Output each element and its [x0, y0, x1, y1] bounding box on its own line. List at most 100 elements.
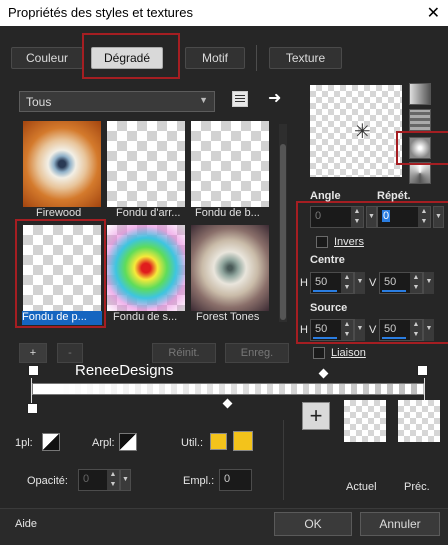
current-label: Actuel	[346, 481, 377, 493]
position-input[interactable]: 0	[219, 469, 252, 491]
repeat-input[interactable]: 0 ▲ ▼	[377, 206, 431, 228]
source-h-slider[interactable]	[313, 337, 337, 339]
gallery-scrollbar[interactable]	[279, 124, 287, 322]
user-color-swatch-large[interactable]	[233, 431, 253, 451]
stop-marker-bottom-left[interactable]	[27, 403, 38, 414]
selected-gradient-highlight	[15, 219, 106, 328]
position-label: Empl.:	[183, 475, 215, 487]
source-v-slider[interactable]	[382, 337, 406, 339]
add-to-swatches-button[interactable]: +	[302, 402, 330, 430]
chevron-down-icon[interactable]: ▼	[354, 319, 365, 341]
tab-divider	[256, 45, 257, 71]
center-crosshair-icon[interactable]: ✳	[354, 122, 371, 142]
spin-arrows-icon[interactable]: ▲ ▼	[410, 273, 422, 293]
angle-label: Angle	[310, 190, 341, 202]
spin-arrows-icon[interactable]: ▲ ▼	[418, 207, 430, 227]
window-title: Propriétés des styles et textures	[8, 5, 193, 20]
user-stop-label: Util.:	[181, 437, 203, 449]
stop-line-left	[31, 378, 32, 404]
chevron-down-icon[interactable]: ▼	[366, 206, 377, 228]
foreground-stop-icon[interactable]	[42, 433, 60, 451]
link-checkbox[interactable]	[313, 347, 325, 359]
tab-color[interactable]: Couleur	[11, 47, 83, 69]
center-v-slider[interactable]	[382, 290, 406, 292]
previous-label: Préc.	[404, 481, 430, 493]
gradient-label: Fondu de s...	[113, 311, 178, 323]
chevron-down-icon[interactable]: ▼	[433, 206, 444, 228]
chevron-down-icon[interactable]: ▼	[423, 319, 434, 341]
spin-arrows-icon[interactable]: ▲ ▼	[410, 320, 422, 340]
help-link[interactable]: Aide	[15, 518, 37, 530]
center-h-slider[interactable]	[313, 290, 337, 292]
link-label: Liaison	[331, 347, 366, 359]
gradient-thumb-fondu-arr[interactable]	[107, 121, 185, 207]
invert-label: Invers	[334, 236, 364, 248]
style-button-highlight	[396, 131, 448, 165]
center-label: Centre	[310, 254, 345, 266]
gradient-thumb-fondu-b[interactable]	[191, 121, 269, 207]
window-title-bar: Propriétés des styles et textures	[0, 0, 448, 26]
gradient-preview[interactable]: ✳	[310, 85, 402, 177]
gradient-tab-highlight	[82, 33, 180, 79]
chevron-down-icon[interactable]: ▼	[423, 272, 434, 294]
background-stop-label: Arpl:	[92, 437, 115, 449]
source-v-value: 50	[384, 323, 397, 335]
gradient-label: Fondu d'arr...	[116, 207, 181, 219]
invert-checkbox[interactable]	[316, 236, 328, 248]
center-v-label: V	[369, 277, 377, 289]
user-color-swatch[interactable]	[210, 433, 227, 450]
gradient-editor-bar[interactable]	[32, 383, 425, 395]
linear-style-icon[interactable]	[409, 83, 431, 105]
center-h-input[interactable]: 50 ▲ ▼	[310, 272, 354, 294]
chevron-down-icon[interactable]: ▼	[354, 272, 365, 294]
library-browser-icon[interactable]	[232, 91, 248, 107]
opacity-value: 0	[83, 473, 90, 485]
chevron-down-icon[interactable]: ▼	[120, 469, 131, 491]
angle-input[interactable]: 0 ▲ ▼	[310, 206, 364, 228]
tab-pattern[interactable]: Motif	[185, 47, 245, 69]
background-stop-icon[interactable]	[119, 433, 137, 451]
close-icon[interactable]: ✕	[427, 3, 440, 23]
spin-arrows-icon[interactable]: ▲ ▼	[341, 273, 353, 293]
center-h-label: H	[300, 277, 308, 289]
source-v-label: V	[369, 324, 377, 336]
current-swatch[interactable]	[344, 400, 386, 442]
repeat-value: 0	[382, 210, 391, 222]
center-v-value: 50	[384, 276, 397, 288]
category-value: Tous	[26, 95, 52, 109]
source-v-input[interactable]: 50 ▲ ▼	[379, 319, 423, 341]
gradient-label: Fondu de b...	[195, 207, 260, 219]
save-button[interactable]: Enreg.	[225, 343, 289, 363]
gradient-thumb-fondu-s[interactable]	[107, 225, 185, 311]
stop-marker-top-left[interactable]	[28, 365, 39, 376]
category-select[interactable]: Tous ▼	[19, 91, 215, 112]
repeat-label: Répét.	[377, 190, 411, 202]
spin-arrows-icon[interactable]: ▲ ▼	[351, 207, 363, 227]
rectangular-style-icon[interactable]	[409, 109, 431, 131]
section-divider	[283, 420, 284, 500]
previous-swatch[interactable]	[398, 400, 440, 442]
radial-style-icon[interactable]	[409, 162, 431, 184]
tab-texture[interactable]: Texture	[269, 47, 342, 69]
arrow-right-icon[interactable]: ➜	[268, 88, 281, 108]
spin-arrows-icon[interactable]: ▲ ▼	[341, 320, 353, 340]
ok-button[interactable]: OK	[274, 512, 352, 536]
gradient-label: Forest Tones	[196, 311, 260, 323]
watermark-text: ReneeDesigns	[75, 362, 174, 379]
remove-gradient-button[interactable]: -	[57, 343, 83, 363]
position-value: 0	[224, 473, 231, 485]
gradient-thumb-firewood[interactable]	[23, 121, 101, 207]
source-h-label: H	[300, 324, 308, 336]
center-v-input[interactable]: 50 ▲ ▼	[379, 272, 423, 294]
reset-button[interactable]: Réinit.	[152, 343, 216, 363]
gradient-thumb-forest-tones[interactable]	[191, 225, 269, 311]
opacity-label: Opacité:	[27, 475, 68, 487]
add-gradient-button[interactable]: +	[19, 343, 47, 363]
center-h-value: 50	[315, 276, 328, 288]
spin-arrows-icon[interactable]: ▲ ▼	[107, 470, 119, 490]
source-h-input[interactable]: 50 ▲ ▼	[310, 319, 354, 341]
cancel-button[interactable]: Annuler	[360, 512, 440, 536]
opacity-input[interactable]: 0 ▲ ▼	[78, 469, 120, 491]
stop-marker-top-right[interactable]	[417, 365, 428, 376]
foreground-stop-label: 1pl:	[15, 437, 33, 449]
